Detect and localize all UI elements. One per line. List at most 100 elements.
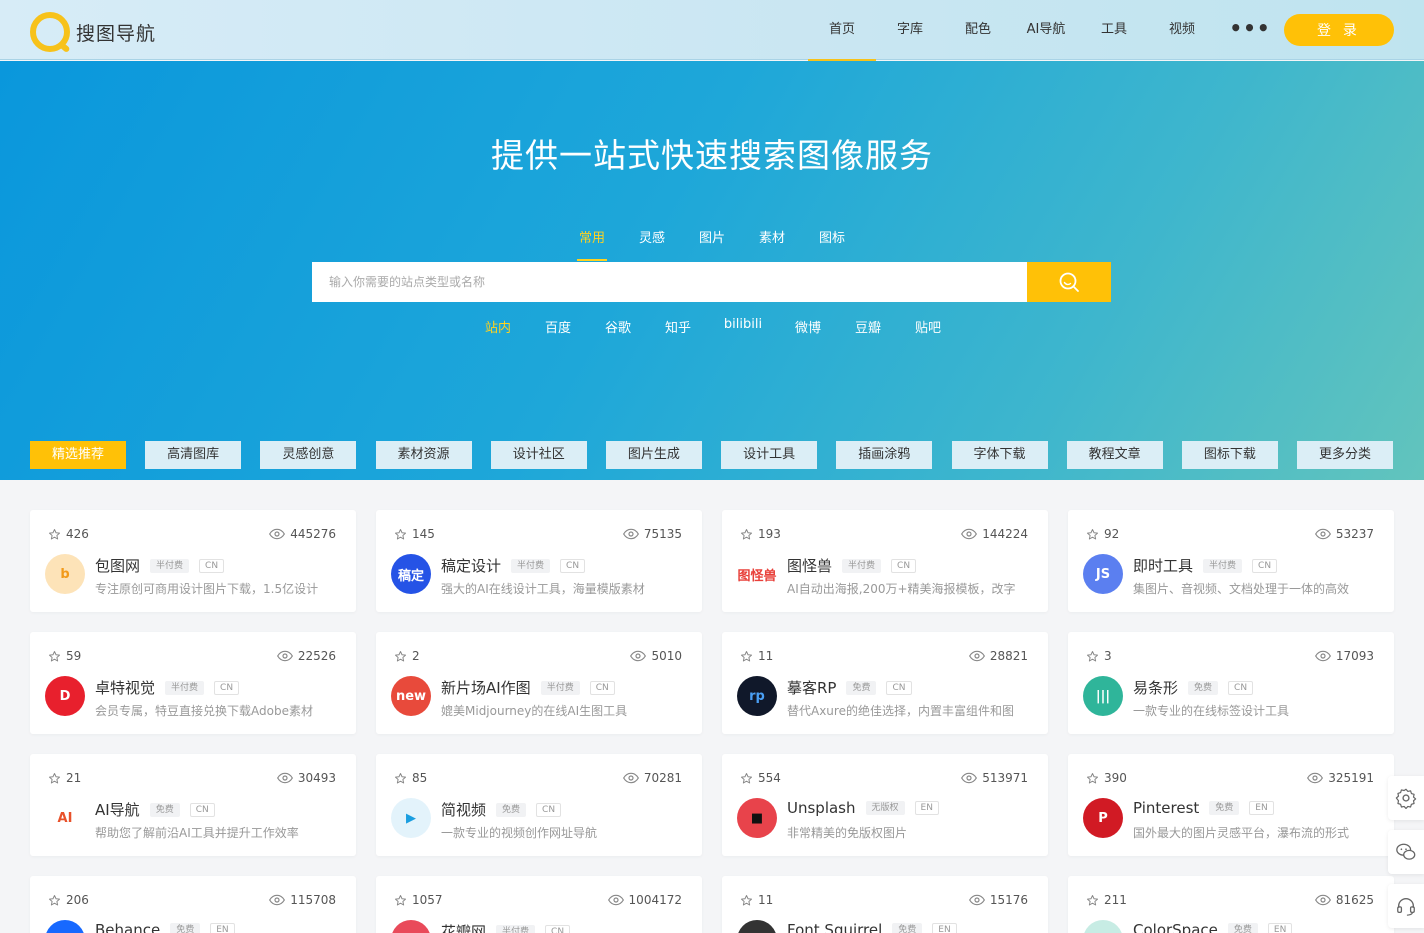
view-count: 15176	[989, 893, 1028, 907]
category-community[interactable]: 设计社区	[490, 441, 587, 469]
site-card[interactable]: 1057 1004172 花花瓣网半付费 CN	[376, 876, 702, 933]
site-name: 即时工具	[1133, 557, 1194, 575]
favorite-button[interactable]: 3	[1086, 649, 1112, 663]
favorite-button[interactable]: 11	[740, 649, 773, 663]
settings-button[interactable]	[1388, 776, 1424, 820]
price-badge: 半付费	[842, 558, 882, 573]
nav-colors[interactable]: 配色	[944, 0, 1012, 60]
more-icon[interactable]: •••	[1216, 0, 1284, 60]
site-card[interactable]: 426 445276 b 包图网 半付费 CN 专注原创可商用设计图片下载，1.5亿设计	[30, 510, 356, 612]
category-featured[interactable]: 精选推荐	[30, 441, 126, 469]
support-button[interactable]	[1388, 884, 1424, 928]
site-name: 稿定设计	[441, 557, 502, 575]
wechat-button[interactable]	[1388, 830, 1424, 874]
engine-tieba[interactable]: 贴吧	[898, 317, 958, 336]
engine-zhihu[interactable]: 知乎	[648, 317, 708, 336]
card-stats: 206 115708	[48, 893, 336, 909]
price-badge: 免费	[1188, 680, 1219, 695]
favorite-button[interactable]: 85	[394, 771, 427, 785]
site-description: 专注原创可商用设计图片下载，1.5亿设计	[95, 582, 319, 596]
nav-video[interactable]: 视频	[1148, 0, 1216, 60]
category-design-tools[interactable]: 设计工具	[721, 441, 818, 469]
engine-douban[interactable]: 豆瓣	[838, 317, 898, 336]
nav-home[interactable]: 首页	[808, 0, 876, 62]
language-badge: EN	[932, 923, 957, 933]
search-button[interactable]	[1027, 262, 1111, 302]
category-image-gen[interactable]: 图片生成	[605, 441, 702, 469]
category-more[interactable]: 更多分类	[1297, 441, 1394, 469]
search-tab-common[interactable]: 常用	[562, 229, 622, 261]
favorite-button[interactable]: 390	[1086, 771, 1127, 785]
site-card[interactable]: 3 17093 ||| 易条形 免费 CN 一款专业的在线标签设计工具	[1068, 632, 1394, 734]
category-icons[interactable]: 图标下载	[1181, 441, 1278, 469]
language-badge: CN	[199, 558, 225, 573]
site-card[interactable]: 11 28821 rp 摹客RP 免费 CN 替代Axure的绝佳选择，内置丰富组件和图	[722, 632, 1048, 734]
favorite-button[interactable]: 426	[48, 527, 89, 541]
search-tab-inspiration[interactable]: 灵感	[622, 229, 682, 261]
engine-bilibili[interactable]: bilibili	[708, 317, 778, 336]
category-resources[interactable]: 素材资源	[375, 441, 472, 469]
favorite-button[interactable]: 92	[1086, 527, 1119, 541]
site-card[interactable]: 11 15176 F Font Squirrel 免费 EN	[722, 876, 1048, 933]
star-count: 193	[758, 527, 781, 541]
engine-weibo[interactable]: 微博	[778, 317, 838, 336]
site-card[interactable]: 145 75135 稿定 稿定设计 半付费 CN 强大的AI在线设计工具，海量模版素材	[376, 510, 702, 612]
price-badge: 半付费	[496, 924, 536, 933]
view-stats: 70281	[622, 771, 682, 785]
language-badge: CN	[1252, 558, 1278, 573]
site-card[interactable]: 85 70281 ▶ 简视频 免费 CN 一款专业的视频创作网址导航	[376, 754, 702, 856]
site-name: 摹客RP	[787, 679, 837, 697]
site-card[interactable]: 554 513971 ■ Unsplash 无版权 EN 非常精美的免版权图片	[722, 754, 1048, 856]
view-count: 53237	[1335, 527, 1374, 541]
site-card[interactable]: 193 144224 图怪兽 图怪兽 半付费 CN AI自动出海报,200万+精美海报模板，…	[722, 510, 1048, 612]
search-tab-images[interactable]: 图片	[682, 229, 742, 261]
eye-icon	[1314, 650, 1331, 662]
card-title-row: Font Squirrel 免费 EN	[787, 921, 957, 933]
favorite-button[interactable]: 1057	[394, 893, 443, 907]
favorite-button[interactable]: 193	[740, 527, 781, 541]
site-card[interactable]: 2 5010 new 新片场AI作图 半付费 CN 媲美Midjourney的在线AI生图工…	[376, 632, 702, 734]
engine-baidu[interactable]: 百度	[528, 317, 588, 336]
card-title-row: 稿定设计 半付费 CN	[441, 555, 586, 576]
engine-google[interactable]: 谷歌	[588, 317, 648, 336]
view-stats: 1004172	[607, 893, 682, 907]
site-logo[interactable]: 搜图导航	[30, 12, 156, 52]
star-icon	[394, 528, 407, 541]
nav-fonts[interactable]: 字库	[876, 0, 944, 60]
login-button[interactable]: 登 录	[1284, 14, 1394, 46]
category-hd-gallery[interactable]: 高清图库	[145, 441, 242, 469]
site-card[interactable]: 390 325191 P Pinterest 免费 EN 国外最大的图片灵感平台，瀑布流的形…	[1068, 754, 1394, 856]
star-count: 2	[412, 649, 420, 663]
favorite-button[interactable]: 59	[48, 649, 81, 663]
nav-tools[interactable]: 工具	[1080, 0, 1148, 60]
nav-ai[interactable]: AI导航	[1012, 0, 1080, 60]
site-card[interactable]: 92 53237 JS 即时工具 半付费 CN 集图片、音视频、文档处理于一体的高效	[1068, 510, 1394, 612]
site-card[interactable]: 206 115708 Bē Behance 免费 EN	[30, 876, 356, 933]
site-card[interactable]: 59 22526 D 卓特视觉 半付费 CN 会员专属，特豆直接兑换下载Adobe素材	[30, 632, 356, 734]
favorite-button[interactable]: 554	[740, 771, 781, 785]
site-description: 集图片、音视频、文档处理于一体的高效	[1133, 582, 1350, 596]
engine-site[interactable]: 站内	[468, 317, 528, 336]
category-fonts[interactable]: 字体下载	[951, 441, 1048, 469]
search-tab-icons[interactable]: 图标	[802, 229, 862, 261]
favorite-button[interactable]: 211	[1086, 893, 1127, 907]
favorite-button[interactable]: 21	[48, 771, 81, 785]
site-logo-icon: JS	[1083, 554, 1123, 594]
search-engines: 站内 百度 谷歌 知乎 bilibili 微博 豆瓣 贴吧	[468, 317, 958, 336]
favorite-button[interactable]: 11	[740, 893, 773, 907]
search-tab-materials[interactable]: 素材	[742, 229, 802, 261]
site-card[interactable]: 211 81625 C ColorSpace 免费 EN	[1068, 876, 1394, 933]
category-tutorials[interactable]: 教程文章	[1066, 441, 1163, 469]
site-name: 卓特视觉	[95, 679, 156, 697]
category-illustration[interactable]: 插画涂鸦	[836, 441, 933, 469]
favorite-button[interactable]: 145	[394, 527, 435, 541]
favorite-button[interactable]: 206	[48, 893, 89, 907]
favorite-button[interactable]: 2	[394, 649, 420, 663]
card-stats: 426 445276	[48, 527, 336, 543]
search-input[interactable]	[312, 262, 1027, 302]
price-badge: 免费	[1209, 801, 1240, 815]
category-inspiration[interactable]: 灵感创意	[260, 441, 357, 469]
price-badge: 半付费	[150, 558, 190, 573]
star-icon	[48, 894, 61, 907]
site-card[interactable]: 21 30493 AI AI导航 免费 CN 帮助您了解前沿AI工具并提升工作效率	[30, 754, 356, 856]
